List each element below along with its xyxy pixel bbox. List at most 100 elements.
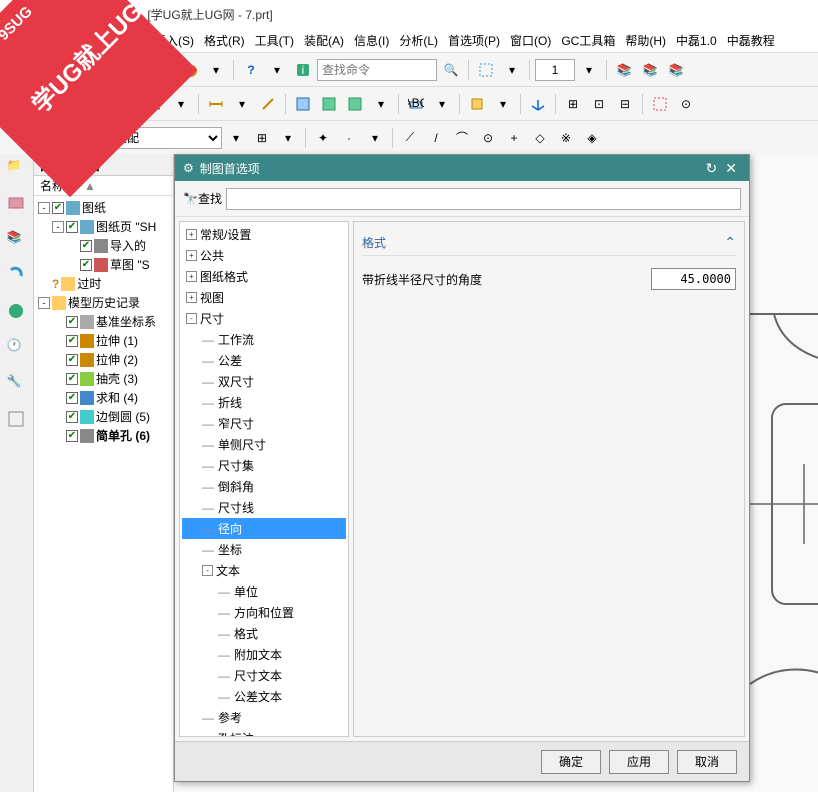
nav-tree-item[interactable]: ✔求和 (4) — [36, 388, 171, 407]
pt-tool-2d[interactable]: ▾ — [363, 126, 387, 150]
tree-toggle[interactable]: - — [186, 313, 197, 324]
new-button[interactable] — [4, 58, 28, 82]
paste-button[interactable]: 📋 — [143, 58, 167, 82]
dialog-search-input[interactable] — [226, 188, 741, 210]
menu-item[interactable]: 中磊教程 — [723, 30, 779, 51]
dialog-tree-item[interactable]: —格式 — [182, 623, 346, 644]
open-button[interactable] — [30, 58, 54, 82]
tool3-1[interactable] — [4, 126, 28, 150]
nav-tree-item[interactable]: ✔草图 "S — [36, 255, 171, 274]
tool3-4[interactable]: ▾ — [224, 126, 248, 150]
fit-dropdown[interactable]: ▾ — [500, 58, 524, 82]
misc-tool-4[interactable] — [648, 92, 672, 116]
close-icon[interactable]: ✕ — [721, 160, 741, 177]
feat-tool-1d[interactable]: ▾ — [491, 92, 515, 116]
tool3-5[interactable]: ⊞ — [250, 126, 274, 150]
dialog-titlebar[interactable]: ⚙ 制图首选项 ↻ ✕ — [175, 155, 749, 181]
refresh-icon[interactable]: ↻ — [702, 160, 722, 177]
dialog-tree-item[interactable]: —倒斜角 — [182, 476, 346, 497]
line-tool-2[interactable]: / — [424, 126, 448, 150]
dialog-tree-item[interactable]: —附加文本 — [182, 644, 346, 665]
nav-tree-item[interactable]: ✔拉伸 (1) — [36, 331, 171, 350]
nav-icon-1[interactable]: 📁 — [7, 158, 27, 178]
view-tool-2[interactable] — [317, 92, 341, 116]
dialog-tree-item[interactable]: —参考 — [182, 707, 346, 728]
tool3-5d[interactable]: ▾ — [276, 126, 300, 150]
tree-checkbox[interactable]: ✔ — [80, 240, 92, 252]
dialog-tree-item[interactable]: —双尺寸 — [182, 371, 346, 392]
copy-button[interactable]: ⎘ — [117, 58, 141, 82]
save-button[interactable] — [56, 58, 80, 82]
undo-button[interactable] — [178, 58, 202, 82]
pt-tool-2[interactable]: · — [337, 126, 361, 150]
tree-toggle[interactable]: + — [186, 229, 197, 240]
collapse-icon[interactable]: ⌃ — [724, 234, 736, 251]
tree-toggle[interactable]: - — [38, 202, 50, 214]
nav-tree-item[interactable]: ✔拉伸 (2) — [36, 350, 171, 369]
dialog-tree-item[interactable]: +图纸格式 — [182, 266, 346, 287]
nav-tree-item[interactable]: -✔图纸 — [36, 198, 171, 217]
menu-item[interactable]: 分析(L) — [395, 30, 442, 51]
nav-tree-item[interactable]: ✔基准坐标系 — [36, 312, 171, 331]
misc-tool-2[interactable]: ⊡ — [587, 92, 611, 116]
nav-icon-8[interactable] — [7, 410, 27, 430]
tool2-5[interactable]: ⬚ — [143, 92, 167, 116]
line-tool-7[interactable]: ※ — [554, 126, 578, 150]
pt-tool-1[interactable]: ✦ — [311, 126, 335, 150]
tree-checkbox[interactable]: ✔ — [52, 202, 64, 214]
tool2-3[interactable]: ▾ — [82, 92, 106, 116]
misc-tool-3[interactable]: ⊟ — [613, 92, 637, 116]
tree-checkbox[interactable]: ✔ — [66, 221, 78, 233]
assembly-mode-select[interactable]: 整个装配 — [82, 127, 222, 149]
line-tool-1[interactable]: ⟋ — [398, 126, 422, 150]
help-button[interactable]: ? — [239, 58, 263, 82]
ok-button[interactable]: 确定 — [541, 750, 601, 774]
feat-tool-1[interactable] — [465, 92, 489, 116]
tool2-1[interactable] — [4, 92, 28, 116]
layer-button-1[interactable]: 📚 — [612, 58, 636, 82]
menu-item[interactable]: 工具(T) — [251, 30, 298, 51]
tree-toggle[interactable]: - — [202, 565, 213, 576]
menu-item[interactable]: 信息(I) — [350, 30, 393, 51]
dialog-tree-item[interactable]: —方向和位置 — [182, 602, 346, 623]
menu-item[interactable]: 首选项(P) — [444, 30, 504, 51]
nav-tree-item[interactable]: ✔导入的 — [36, 236, 171, 255]
tool2-2[interactable] — [56, 92, 80, 116]
line-tool-6[interactable]: ◇ — [528, 126, 552, 150]
page-number-input[interactable] — [535, 59, 575, 81]
nav-icon-6[interactable]: 🕐 — [7, 338, 27, 358]
csys-tool[interactable] — [526, 92, 550, 116]
tree-toggle[interactable]: + — [186, 250, 197, 261]
tree-checkbox[interactable]: ✔ — [80, 259, 92, 271]
line-tool-8[interactable]: ◈ — [580, 126, 604, 150]
dialog-tree-item[interactable]: —孔标注 — [182, 728, 346, 737]
tree-checkbox[interactable]: ✔ — [66, 335, 78, 347]
nav-tree-item[interactable]: ✔抽壳 (3) — [36, 369, 171, 388]
nav-tree-item[interactable]: -✔图纸页 "SH — [36, 217, 171, 236]
menu-item[interactable]: 装配(A) — [300, 30, 348, 51]
cut-button[interactable]: ✂ — [91, 58, 115, 82]
tree-toggle[interactable]: + — [186, 292, 197, 303]
help-dropdown[interactable]: ▾ — [265, 58, 289, 82]
annot-tool-1[interactable]: ABC — [404, 92, 428, 116]
dialog-tree-item[interactable]: —窄尺寸 — [182, 413, 346, 434]
tree-checkbox[interactable]: ✔ — [66, 392, 78, 404]
view-tool-3[interactable] — [343, 92, 367, 116]
dialog-tree-item[interactable]: —公差 — [182, 350, 346, 371]
line-tool-5[interactable]: + — [502, 126, 526, 150]
nav-tree-item[interactable]: ✔边倒圆 (5) — [36, 407, 171, 426]
dialog-tree-item[interactable]: +常规/设置 — [182, 224, 346, 245]
undo-dropdown[interactable]: ▾ — [204, 58, 228, 82]
dialog-tree-item[interactable]: —单位 — [182, 581, 346, 602]
dim-tool-2[interactable] — [256, 92, 280, 116]
dialog-tree-item[interactable]: —折线 — [182, 392, 346, 413]
dialog-tree-item[interactable]: +公共 — [182, 245, 346, 266]
tool2-1d[interactable]: ▾ — [30, 92, 54, 116]
layer-button-3[interactable]: 📚 — [664, 58, 688, 82]
page-dropdown[interactable]: ▾ — [577, 58, 601, 82]
menu-item[interactable]: 帮助(H) — [621, 30, 670, 51]
search-go-button[interactable]: 🔍 — [439, 58, 463, 82]
fit-button[interactable] — [474, 58, 498, 82]
cancel-button[interactable]: 取消 — [677, 750, 737, 774]
tree-toggle[interactable]: - — [52, 221, 64, 233]
